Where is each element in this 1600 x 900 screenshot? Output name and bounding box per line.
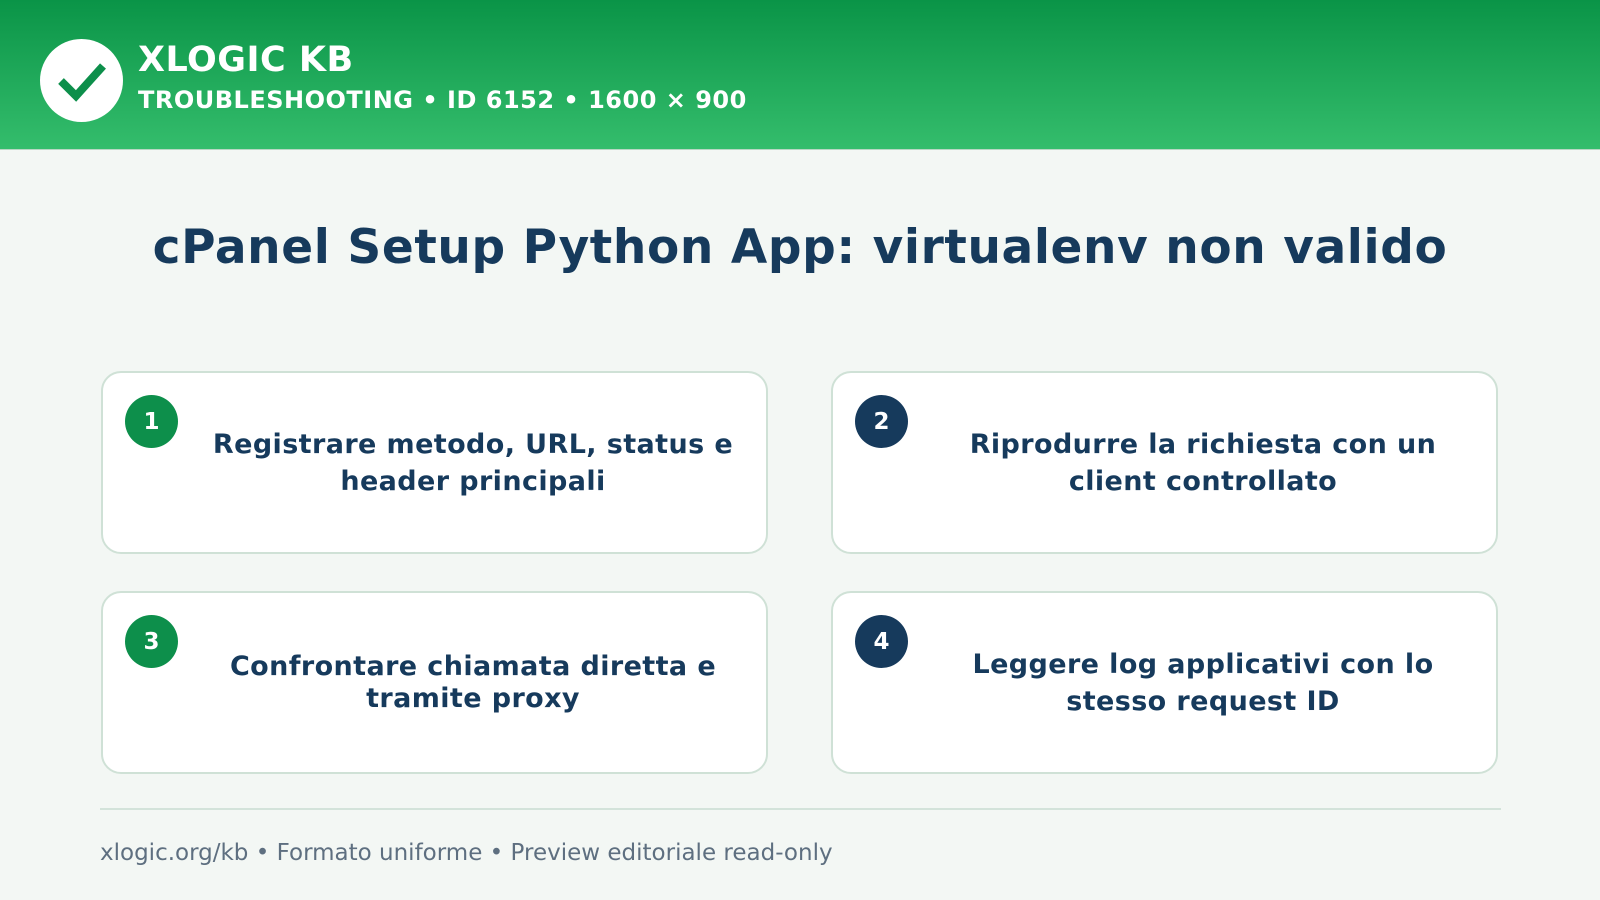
logo bbox=[40, 39, 123, 122]
header-banner: XLOGIC KB TROUBLESHOOTING • ID 6152 • 16… bbox=[0, 0, 1600, 150]
checkmark-icon bbox=[57, 62, 106, 102]
step-text-2: Riprodurre la richiesta con un client co… bbox=[969, 428, 1437, 497]
page-title: cPanel Setup Python App: virtualenv non … bbox=[152, 220, 1448, 275]
step-text-1: Registrare metodo, URL, status e header … bbox=[212, 428, 734, 497]
step-badge-4: 4 bbox=[855, 615, 908, 668]
step-badge-3: 3 bbox=[125, 615, 178, 668]
brand-title: XLOGIC KB bbox=[138, 40, 354, 80]
step-card-2: 2 Riprodurre la richiesta con un client … bbox=[831, 371, 1498, 554]
step-badge-2: 2 bbox=[855, 395, 908, 448]
step-text-3: Confrontare chiamata diretta e tramite p… bbox=[229, 650, 717, 714]
brand-subtitle: TROUBLESHOOTING • ID 6152 • 1600 × 900 bbox=[138, 86, 747, 114]
step-card-1: 1 Registrare metodo, URL, status e heade… bbox=[101, 371, 768, 554]
footer-divider bbox=[100, 808, 1501, 810]
footer-text: xlogic.org/kb • Formato uniforme • Previ… bbox=[100, 840, 833, 866]
step-card-4: 4 Leggere log applicativi con lo stesso … bbox=[831, 591, 1498, 774]
step-text-4: Leggere log applicativi con lo stesso re… bbox=[972, 648, 1434, 717]
step-badge-1: 1 bbox=[125, 395, 178, 448]
step-card-3: 3 Confrontare chiamata diretta e tramite… bbox=[101, 591, 768, 774]
